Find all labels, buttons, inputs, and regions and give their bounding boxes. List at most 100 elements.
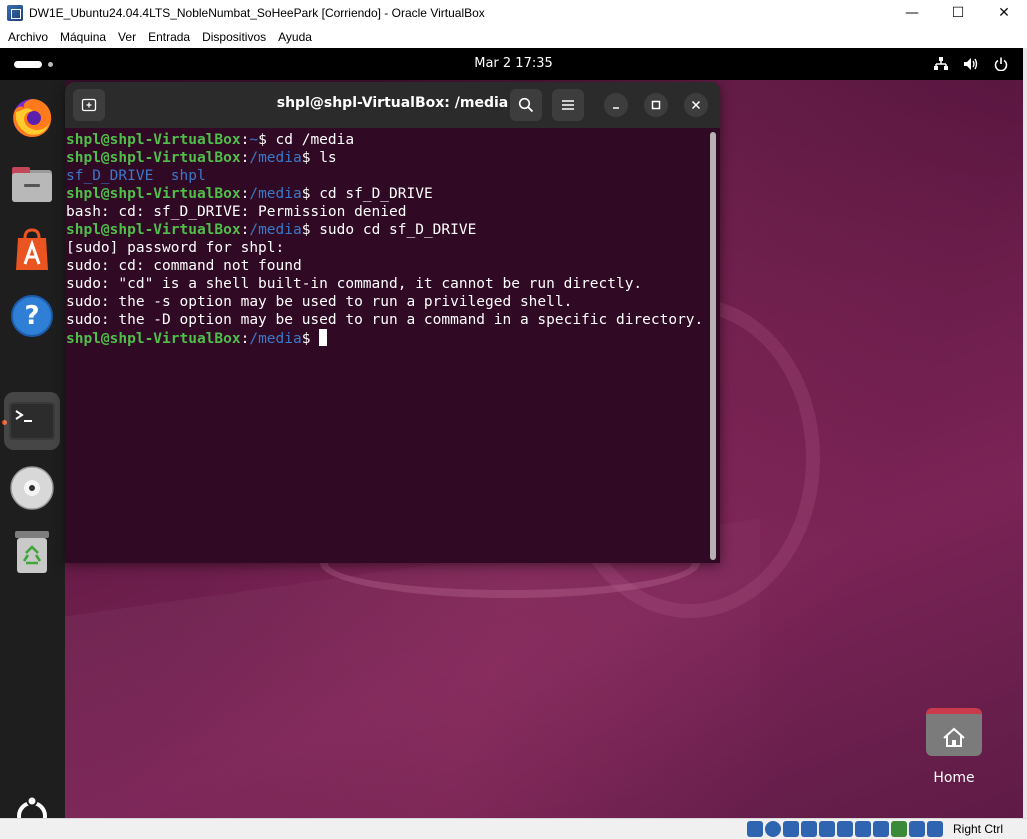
prompt-path: /media: [249, 186, 302, 202]
dock-terminal[interactable]: [4, 392, 60, 450]
minimize-icon: [613, 107, 619, 109]
display-icon[interactable]: [855, 821, 871, 837]
maximize-icon: [651, 100, 661, 110]
host-key-icon[interactable]: [927, 821, 943, 837]
prompt-path: /media: [249, 331, 302, 347]
network-status-icon[interactable]: [801, 821, 817, 837]
prompt-user: shpl@shpl-VirtualBox: [66, 186, 241, 202]
command-text: $ sudo cd sf_D_DRIVE: [301, 222, 477, 238]
close-button[interactable]: ✕: [981, 0, 1027, 26]
prompt-path: ~: [249, 132, 259, 148]
menu-entrada[interactable]: Entrada: [142, 30, 196, 44]
terminal-cursor: [319, 329, 328, 346]
terminal-scrollbar[interactable]: [710, 132, 716, 560]
system-tray[interactable]: [933, 56, 1009, 72]
terminal-line: shpl@shpl-VirtualBox:/media$: [66, 329, 710, 347]
search-icon: [518, 97, 534, 113]
terminal-line: sudo: cd: command not found: [66, 257, 710, 275]
output-text: bash: cd: sf_D_DRIVE: Permission denied: [66, 204, 407, 220]
output-text: sudo: the -s option may be used to run a…: [66, 294, 573, 310]
clock[interactable]: Mar 2 17:35: [474, 56, 553, 71]
terminal-line: shpl@shpl-VirtualBox:/media$ ls: [66, 149, 710, 167]
command-text: $ ls: [301, 150, 337, 166]
menu-button[interactable]: [552, 89, 584, 121]
host-statusbar: Right Ctrl: [0, 818, 1027, 839]
terminal-line: shpl@shpl-VirtualBox:~$ cd /media: [66, 131, 710, 149]
dock-dvd[interactable]: [8, 464, 56, 512]
terminal-icon: [9, 402, 55, 440]
host-window-controls: — ☐ ✕: [889, 0, 1027, 26]
app-center-icon: [16, 228, 48, 270]
host-titlebar: DW1E_Ubuntu24.04.4LTS_NobleNumbat_SoHeeP…: [0, 0, 1027, 26]
status-icons: [747, 821, 943, 837]
home-label: Home: [933, 770, 975, 786]
dock-show-apps[interactable]: [8, 792, 56, 818]
recording-icon[interactable]: [873, 821, 889, 837]
audio-icon[interactable]: [783, 821, 799, 837]
gnome-top-panel: Mar 2 17:35: [0, 48, 1027, 80]
maximize-button[interactable]: ☐: [935, 0, 981, 26]
trash-icon: [15, 531, 49, 573]
terminal-line: sudo: the -s option may be used to run a…: [66, 293, 710, 311]
search-button[interactable]: [510, 89, 542, 121]
menu-dispositivos[interactable]: Dispositivos: [196, 30, 272, 44]
dock-files[interactable]: [8, 160, 56, 208]
terminal-headerbar[interactable]: shpl@shpl-VirtualBox: /media: [65, 82, 720, 128]
output-text: sudo: the -D option may be used to run a…: [66, 312, 704, 328]
terminal-line: [sudo] password for shpl:: [66, 239, 710, 257]
terminal-close-button[interactable]: [684, 93, 708, 117]
dock: ?: [0, 80, 65, 818]
menu-maquina[interactable]: Máquina: [54, 30, 112, 44]
desktop-home-icon[interactable]: Home: [922, 708, 986, 798]
workspace-dot[interactable]: [48, 62, 53, 67]
minimize-button[interactable]: —: [889, 0, 935, 26]
optical-drive-icon[interactable]: [765, 821, 781, 837]
home-folder-icon: [926, 708, 982, 756]
command-text: $ cd /media: [258, 132, 355, 148]
host-window-title: DW1E_Ubuntu24.04.4LTS_NobleNumbat_SoHeeP…: [29, 6, 485, 20]
host-scrollbar[interactable]: [1023, 48, 1027, 818]
host-key-label: Right Ctrl: [952, 822, 1003, 836]
prompt-user: shpl@shpl-VirtualBox: [66, 331, 241, 347]
terminal-line: bash: cd: sf_D_DRIVE: Permission denied: [66, 203, 710, 221]
terminal-minimize-button[interactable]: [604, 93, 628, 117]
shared-folders-icon[interactable]: [837, 821, 853, 837]
menu-archivo[interactable]: Archivo: [2, 30, 54, 44]
directory-listing: sf_D_DRIVE shpl: [66, 168, 206, 184]
dock-trash[interactable]: [8, 528, 56, 576]
terminal-output[interactable]: shpl@shpl-VirtualBox:~$ cd /media shpl@sh…: [65, 128, 710, 563]
hamburger-icon: [562, 100, 574, 110]
terminal-window[interactable]: shpl@shpl-VirtualBox: /media shpl@shpl-V…: [65, 82, 720, 563]
activities-indicator[interactable]: [14, 61, 42, 68]
prompt-path: /media: [249, 150, 302, 166]
terminal-line: sf_D_DRIVE shpl: [66, 167, 710, 185]
prompt-user: shpl@shpl-VirtualBox: [66, 150, 241, 166]
dock-app-center[interactable]: [8, 226, 56, 274]
guest-desktop[interactable]: Mar 2 17:35 ? shpl@shpl-VirtualBox: /med…: [0, 48, 1027, 818]
command-text: $ cd sf_D_DRIVE: [301, 186, 433, 202]
disc-icon: [10, 466, 54, 510]
terminal-line: shpl@shpl-VirtualBox:/media$ cd sf_D_DRI…: [66, 185, 710, 203]
volume-icon[interactable]: [963, 56, 979, 72]
command-text: $: [301, 331, 320, 347]
firefox-icon: [13, 98, 52, 137]
mouse-integration-icon[interactable]: [909, 821, 925, 837]
menu-ver[interactable]: Ver: [112, 30, 142, 44]
menu-ayuda[interactable]: Ayuda: [272, 30, 318, 44]
terminal-line: sudo: the -D option may be used to run a…: [66, 311, 710, 329]
cpu-icon[interactable]: [891, 821, 907, 837]
prompt-user: shpl@shpl-VirtualBox: [66, 132, 241, 148]
dock-help[interactable]: ?: [8, 292, 56, 340]
help-glyph: ?: [24, 301, 40, 331]
terminal-line: sudo: "cd" is a shell built-in command, …: [66, 275, 710, 293]
power-icon[interactable]: [993, 56, 1009, 72]
network-icon[interactable]: [933, 56, 949, 72]
host-menubar: Archivo Máquina Ver Entrada Dispositivos…: [0, 26, 1027, 48]
dock-firefox[interactable]: [8, 94, 56, 142]
hard-disk-icon[interactable]: [747, 821, 763, 837]
usb-icon[interactable]: [819, 821, 835, 837]
files-icon: [12, 167, 52, 202]
output-text: sudo: cd: command not found: [66, 258, 302, 274]
terminal-maximize-button[interactable]: [644, 93, 668, 117]
close-icon: [691, 100, 701, 110]
